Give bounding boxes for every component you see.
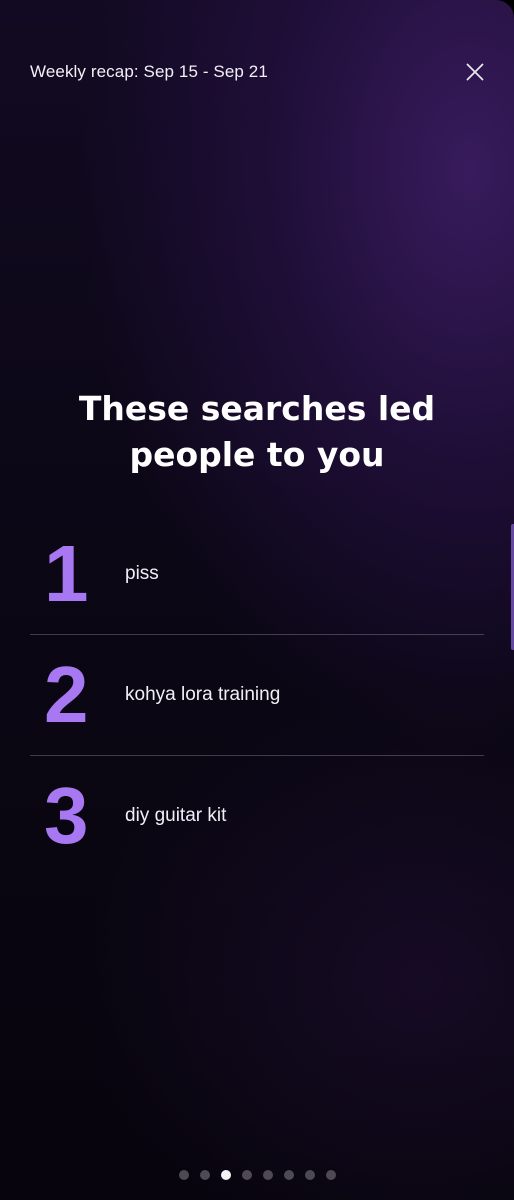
close-button[interactable]: [458, 55, 492, 89]
search-term: kohya lora training: [125, 684, 281, 705]
search-term: piss: [125, 563, 159, 584]
page-dot[interactable]: [262, 1170, 273, 1180]
rank-number: 3: [44, 771, 89, 860]
close-icon: [466, 63, 484, 81]
page-dot[interactable]: [283, 1170, 294, 1180]
weekly-recap-screen: Weekly recap: Sep 15 - Sep 21 These sear…: [0, 0, 514, 1200]
headline: These searches led people to you: [78, 389, 436, 474]
page-dot[interactable]: [199, 1170, 210, 1180]
rank-number: 2: [44, 650, 89, 739]
page-dot-active[interactable]: [220, 1170, 231, 1180]
page-dot[interactable]: [304, 1170, 315, 1180]
list-item: 2 kohya lora training: [30, 635, 484, 756]
page-indicator: [0, 1170, 514, 1180]
recap-title: Weekly recap: Sep 15 - Sep 21: [30, 62, 268, 81]
page-dot[interactable]: [325, 1170, 336, 1180]
list-item: 1 piss: [30, 514, 484, 635]
rank-number: 1: [44, 529, 89, 618]
top-bar: Weekly recap: Sep 15 - Sep 21: [30, 52, 484, 92]
page-dot[interactable]: [241, 1170, 252, 1180]
search-term: diy guitar kit: [125, 805, 227, 826]
search-terms-list: 1 piss 2 kohya lora training 3 diy guita…: [30, 514, 484, 876]
list-item: 3 diy guitar kit: [30, 756, 484, 876]
page-dot[interactable]: [178, 1170, 189, 1180]
